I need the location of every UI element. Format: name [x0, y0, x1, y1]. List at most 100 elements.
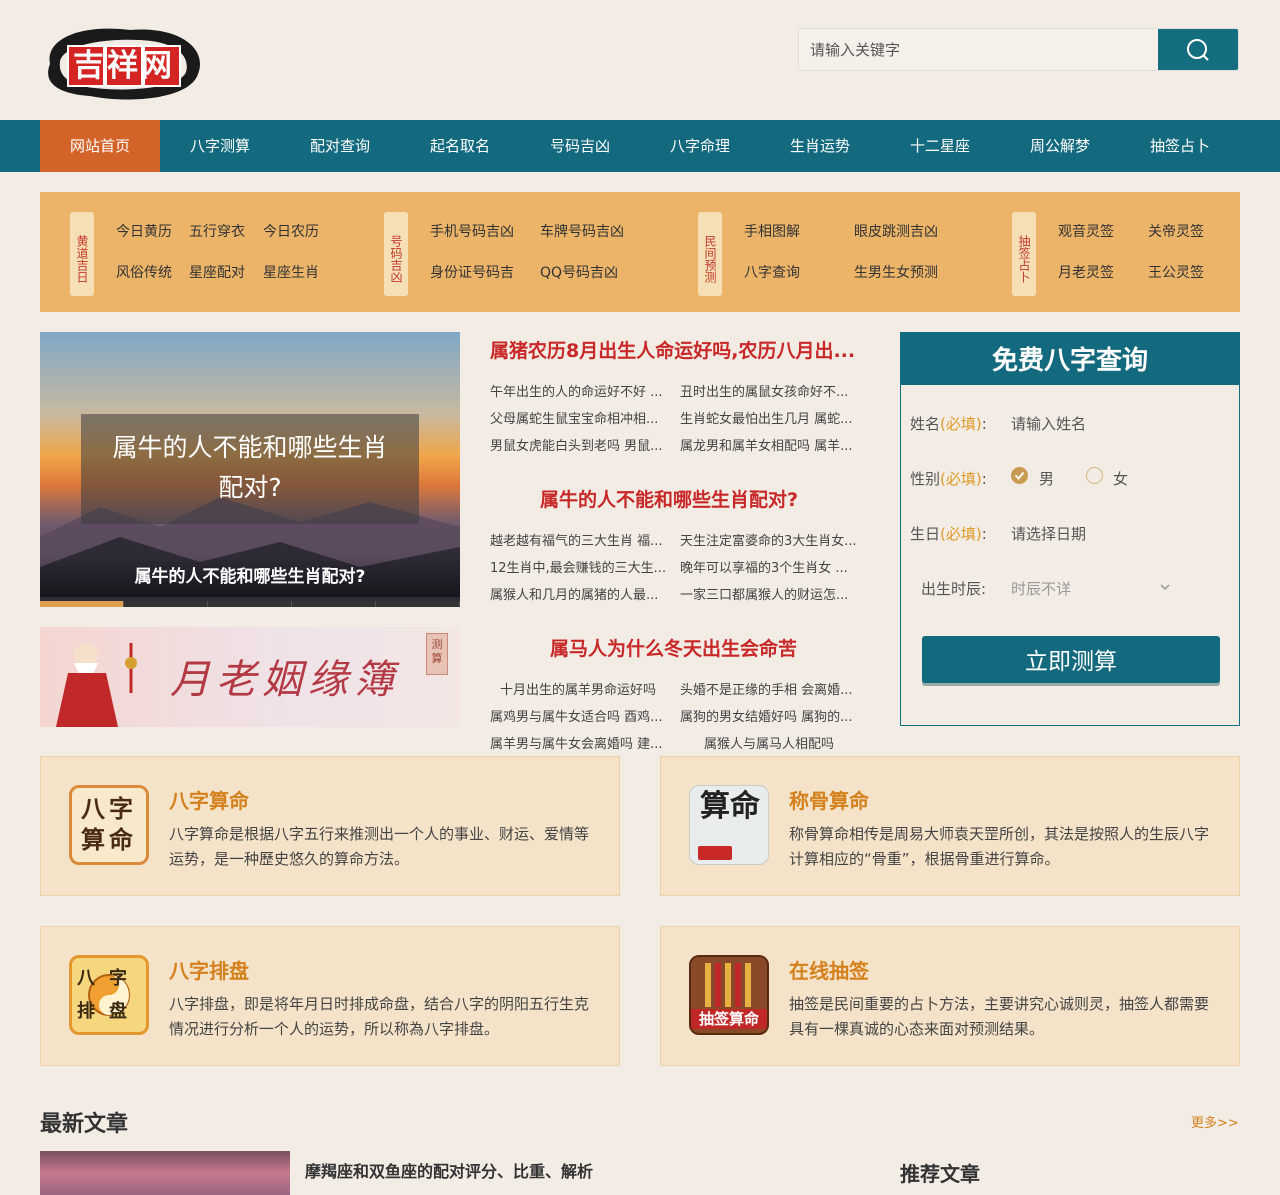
slider-dot[interactable]: [208, 601, 292, 607]
article-link[interactable]: 天生注定富婆命的3大生肖女...: [680, 530, 857, 549]
article-link[interactable]: 十月出生的属羊男命运好吗: [500, 679, 656, 698]
nav-item-haoma[interactable]: 号码吉凶: [520, 120, 640, 172]
category-link[interactable]: 身份证号码吉: [430, 262, 514, 282]
search-input[interactable]: [799, 29, 1160, 70]
article-thumbnail[interactable]: [40, 1151, 290, 1195]
search-button[interactable]: [1158, 29, 1238, 70]
banner-caption[interactable]: 属牛的人不能和哪些生肖配对?: [40, 557, 460, 597]
article-link[interactable]: 午年出生的人的命运好不好 ...: [490, 381, 663, 400]
category-link[interactable]: 星座配对: [189, 262, 245, 282]
feature-card[interactable]: 八字算命 八字算命 八字算命是根据八字五行来推测出一个人的事业、财运、爱情等运势…: [40, 756, 620, 896]
article-link[interactable]: 一家三口都属猴人的财运怎...: [680, 584, 848, 603]
category-link[interactable]: 今日黄历: [116, 221, 172, 241]
required-mark: (必填): [940, 470, 982, 488]
slider-dot[interactable]: [40, 601, 124, 607]
category-link[interactable]: 今日农历: [263, 221, 319, 241]
nav-item-jiemeng[interactable]: 周公解梦: [1000, 120, 1120, 172]
category-link[interactable]: 五行穿衣: [189, 221, 245, 241]
ad-title: 月老姻缘簿: [170, 657, 400, 703]
category-link[interactable]: 手机号码吉凶: [430, 221, 514, 241]
yuelao-figure-icon: [56, 643, 137, 727]
category-link[interactable]: 星座生肖: [263, 262, 319, 282]
slider-dot[interactable]: [124, 601, 208, 607]
gender-male-radio[interactable]: [1011, 467, 1028, 484]
category-tag: 黄道吉日: [70, 212, 94, 296]
card-title[interactable]: 八字算命: [169, 785, 249, 814]
yuelao-ad-banner[interactable]: 月老姻缘簿 测算: [40, 627, 460, 727]
article-link[interactable]: 丑时出生的属鼠女孩命好不...: [680, 381, 848, 400]
icon-badge: [698, 846, 732, 860]
icon-label: 抽签算命: [691, 1009, 767, 1029]
chouqian-icon: 抽签算命: [689, 955, 769, 1035]
article-link[interactable]: 12生肖中,最会赚钱的三大生...: [490, 557, 666, 576]
card-title[interactable]: 称骨算命: [789, 785, 869, 814]
article-link[interactable]: 属猴人和几月的属猪的人最...: [490, 584, 658, 603]
category-link[interactable]: QQ号码吉凶: [540, 262, 618, 282]
nav-item-chouqian[interactable]: 抽签占卜: [1120, 120, 1240, 172]
article-link[interactable]: 属猴人与属马人相配吗: [704, 733, 834, 752]
banner-overlay-title[interactable]: 属牛的人不能和哪些生肖配对?: [81, 414, 419, 524]
headline-article[interactable]: 属牛的人不能和哪些生肖配对?: [540, 485, 798, 512]
article-link[interactable]: 晚年可以享福的3个生肖女 ...: [680, 557, 848, 576]
nav-item-bazi-mingli[interactable]: 八字命理: [640, 120, 760, 172]
category-link[interactable]: 风俗传统: [116, 262, 172, 282]
birth-hour-value: 时辰不详: [1011, 580, 1072, 598]
recommend-section-title: 推荐文章: [900, 1162, 980, 1186]
latest-article-title[interactable]: 摩羯座和双鱼座的配对评分、比重、解析: [305, 1158, 593, 1182]
category-link[interactable]: 关帝灵签: [1148, 221, 1204, 241]
banner-slider[interactable]: 属牛的人不能和哪些生肖配对? 属牛的人不能和哪些生肖配对?: [40, 332, 460, 607]
card-description: 抽签是民间重要的占卜方法，主要讲究心诚则灵，抽签人都需要具有一棵真诚的心态来面对…: [789, 995, 1210, 1038]
article-link[interactable]: 越老越有福气的三大生肖 福...: [490, 530, 663, 549]
chenggu-icon: 算命: [689, 785, 769, 865]
name-input[interactable]: 请输入姓名: [1011, 413, 1086, 434]
birthday-label: 生日(必填):: [910, 525, 987, 543]
gender-male-label[interactable]: 男: [1039, 468, 1054, 489]
nav-item-qiming[interactable]: 起名取名: [400, 120, 520, 172]
gender-female-radio[interactable]: [1086, 467, 1103, 484]
nav-item-shengxiao[interactable]: 生肖运势: [760, 120, 880, 172]
feature-card[interactable]: 八字排盘 八字排盘 八字排盘，即是将年月日时排成命盘，结合八字的阴阳五行生克情况…: [40, 926, 620, 1066]
article-link[interactable]: 属鸡男与属牛女适合吗 酉鸡...: [490, 706, 663, 725]
nav-item-bazi-cesuan[interactable]: 八字测算: [160, 120, 280, 172]
more-link[interactable]: 更多>>: [1191, 1112, 1239, 1131]
bazi-query-form: 免费八字查询 姓名(必填): 请输入姓名 性别(必填): 男 女 生日(必填):…: [900, 332, 1240, 726]
category-link[interactable]: 月老灵签: [1058, 262, 1114, 282]
slider-dot[interactable]: [292, 601, 376, 607]
feature-card[interactable]: 算命 称骨算命 称骨算命相传是周易大师袁天罡所创，其法是按照人的生辰八字计算相应…: [660, 756, 1240, 896]
birth-hour-select[interactable]: 时辰不详: [1011, 573, 1171, 601]
article-link[interactable]: 头婚不是正缘的手相 会离婚...: [680, 679, 853, 698]
slider-dot[interactable]: [376, 601, 460, 607]
chevron-down-icon: [1160, 584, 1170, 591]
nav-item-xingzuo[interactable]: 十二星座: [880, 120, 1000, 172]
article-link[interactable]: 属龙男和属羊女相配吗 属羊...: [680, 435, 853, 454]
article-link[interactable]: 属羊男与属牛女会离婚吗 建...: [490, 733, 663, 752]
category-link[interactable]: 眼皮跳测吉凶: [854, 221, 938, 241]
slider-indicator: [40, 601, 460, 607]
submit-button[interactable]: 立即测算: [922, 636, 1220, 683]
nav-item-peidui[interactable]: 配对查询: [280, 120, 400, 172]
article-link[interactable]: 男鼠女虎能白头到老吗 男鼠...: [490, 435, 663, 454]
birthday-input[interactable]: 请选择日期: [1011, 523, 1086, 544]
site-logo[interactable]: 吉祥网: [40, 24, 205, 102]
category-link[interactable]: 观音灵签: [1058, 221, 1114, 241]
category-link[interactable]: 手相图解: [744, 221, 800, 241]
gender-female-label[interactable]: 女: [1113, 468, 1128, 489]
sticks-icon: [705, 963, 751, 1007]
category-tag: 抽签占卜: [1012, 212, 1036, 296]
ad-stamp: 测算: [426, 633, 448, 675]
card-title[interactable]: 八字排盘: [169, 955, 249, 984]
category-link[interactable]: 生男生女预测: [854, 262, 938, 282]
headline-article[interactable]: 属猪农历8月出生人命运好吗,农历八月出...: [490, 336, 855, 363]
nav-item-home[interactable]: 网站首页: [40, 120, 160, 172]
article-link[interactable]: 父母属蛇生鼠宝宝命相冲相...: [490, 408, 658, 427]
card-description: 八字排盘，即是将年月日时排成命盘，结合八字的阴阳五行生克情况进行分析一个人的运势…: [169, 995, 590, 1038]
feature-card[interactable]: 抽签算命 在线抽签 抽签是民间重要的占卜方法，主要讲究心诚则灵，抽签人都需要具有…: [660, 926, 1240, 1066]
headline-article[interactable]: 属马人为什么冬天出生会命苦: [550, 634, 797, 661]
search-icon: [1187, 38, 1209, 61]
article-link[interactable]: 生肖蛇女最怕出生几月 属蛇...: [680, 408, 853, 427]
category-link[interactable]: 八字查询: [744, 262, 800, 282]
article-link[interactable]: 属狗的男女结婚好吗 属狗的...: [680, 706, 853, 725]
card-title[interactable]: 在线抽签: [789, 955, 869, 984]
category-link[interactable]: 车牌号码吉凶: [540, 221, 624, 241]
category-link[interactable]: 王公灵签: [1148, 262, 1204, 282]
